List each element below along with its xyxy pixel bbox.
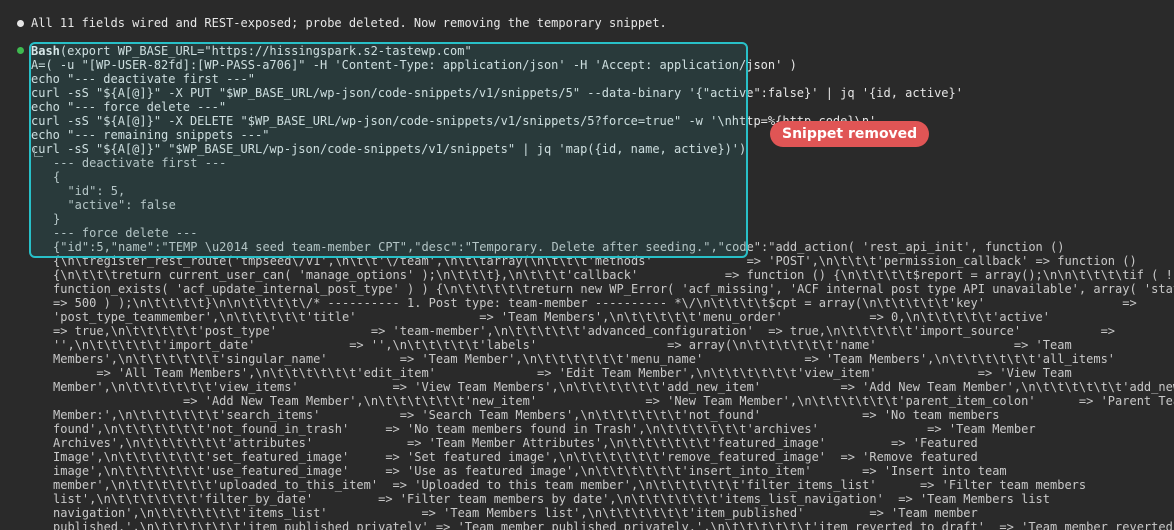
output-line: => 500 ) );\n\t\t\t\t}\n\n\t\t\t\t\/* --… <box>53 296 1137 310</box>
snippet-removed-badge: Snippet removed <box>770 121 930 147</box>
highlight-box <box>29 42 748 258</box>
output-line: Archives',\n\t\t\t\t\t\t'attributes' => … <box>53 436 978 450</box>
output-line: published.',\n\t\t\t\t\t\t'item_publishe… <box>53 520 1174 530</box>
output-line: navigation',\n\t\t\t\t\t\t'items_list' =… <box>53 506 978 520</box>
output-line: member',\n\t\t\t\t\t\t'uploaded_to_this_… <box>53 478 1087 492</box>
output-line: found',\n\t\t\t\t\t\t'not_found_in_trash… <box>53 422 1036 436</box>
output-line: => 'Add New Team Member',\n\t\t\t\t\t\t'… <box>53 394 1174 408</box>
output-line: Member:',\n\t\t\t\t\t\t'search_items' =>… <box>53 408 1000 422</box>
output-line: 'post_type_teammember',\n\t\t\t\t\t'titl… <box>53 310 1050 324</box>
output-line: '',\n\t\t\t\t\t'import_date' => '',\n\t\… <box>53 338 1072 352</box>
output-line: list',\n\t\t\t\t\t\t'filter_by_date' => … <box>53 492 1050 506</box>
output-line: => true,\n\t\t\t\t\t'post_type' => 'team… <box>53 324 1116 338</box>
output-line: => 'All Team Members',\n\t\t\t\t\t\t'edi… <box>53 366 1072 380</box>
output-line: function_exists( 'acf_update_internal_po… <box>53 282 1174 296</box>
command-success-bullet-icon <box>17 47 24 54</box>
status-message: All 11 fields wired and REST-exposed; pr… <box>31 16 667 30</box>
message-bullet-icon <box>17 20 24 27</box>
output-line: Members',\n\t\t\t\t\t\t'singular_name' =… <box>53 352 1116 366</box>
output-line: Member',\n\t\t\t\t\t\t'view_items' => 'V… <box>53 380 1174 394</box>
terminal-window: All 11 fields wired and REST-exposed; pr… <box>0 0 1174 530</box>
output-line: {\n\t\t\treturn current_user_can( 'manag… <box>53 268 1173 282</box>
output-line: image',\n\t\t\t\t\t\t'use_featured_image… <box>53 464 1007 478</box>
output-line: Image',\n\t\t\t\t\t\t'set_featured_image… <box>53 450 978 464</box>
